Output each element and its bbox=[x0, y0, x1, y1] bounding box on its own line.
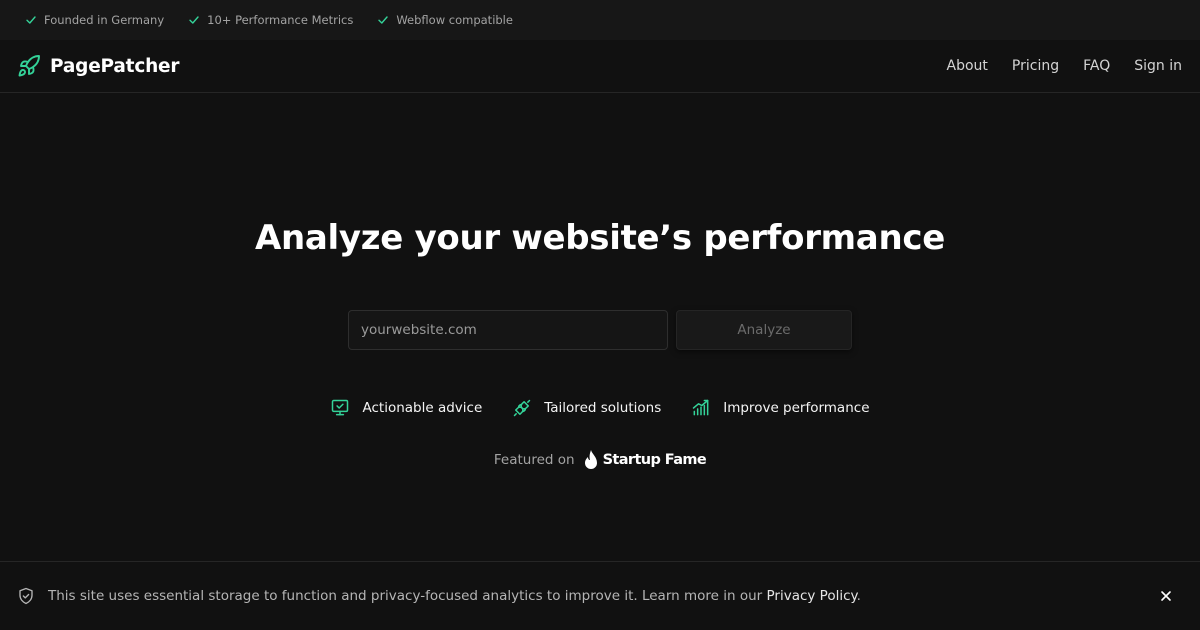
feature-improve-performance: Improve performance bbox=[691, 398, 870, 418]
feature-list: Actionable advice Tailored solutions Imp… bbox=[0, 396, 1200, 420]
website-url-input[interactable] bbox=[348, 310, 668, 350]
topbar-item-label: Webflow compatible bbox=[396, 13, 513, 27]
topbar-item-metrics: 10+ Performance Metrics bbox=[188, 13, 353, 27]
analyze-button[interactable]: Analyze bbox=[676, 310, 852, 350]
startup-fame-name: Startup Fame bbox=[602, 452, 707, 468]
shield-check-icon bbox=[17, 587, 35, 605]
flame-icon bbox=[583, 449, 599, 471]
featured-on: Featured on Startup Fame bbox=[0, 448, 1200, 472]
brand-logo-link[interactable]: PagePatcher bbox=[17, 54, 180, 78]
hero-title: Analyze your website’s performance bbox=[255, 218, 945, 258]
privacy-policy-link[interactable]: Privacy Policy bbox=[767, 588, 857, 604]
monitor-check-icon bbox=[330, 398, 350, 418]
announcement-bar: Founded in Germany 10+ Performance Metri… bbox=[0, 0, 1200, 40]
privacy-message: This site uses essential storage to func… bbox=[48, 588, 767, 604]
brand-name: PagePatcher bbox=[50, 55, 180, 77]
privacy-text: This site uses essential storage to func… bbox=[48, 588, 1158, 604]
close-banner-button[interactable] bbox=[1158, 588, 1174, 604]
check-icon bbox=[377, 14, 389, 26]
feature-label: Tailored solutions bbox=[544, 400, 662, 416]
site-header: PagePatcher About Pricing FAQ Sign in bbox=[0, 40, 1200, 93]
close-icon bbox=[1160, 590, 1172, 602]
feature-actionable-advice: Actionable advice bbox=[330, 398, 482, 418]
nav-pricing[interactable]: Pricing bbox=[1012, 58, 1059, 74]
nav-about[interactable]: About bbox=[947, 58, 988, 74]
feature-label: Improve performance bbox=[723, 400, 870, 416]
check-icon bbox=[25, 14, 37, 26]
nav-sign-in[interactable]: Sign in bbox=[1134, 58, 1182, 74]
feature-tailored-solutions: Tailored solutions bbox=[512, 398, 661, 418]
nav-faq[interactable]: FAQ bbox=[1083, 58, 1110, 74]
featured-label: Featured on bbox=[493, 452, 575, 468]
topbar-item-label: Founded in Germany bbox=[44, 13, 165, 27]
chart-trend-icon bbox=[691, 398, 711, 418]
privacy-suffix: . bbox=[856, 588, 861, 604]
privacy-banner: This site uses essential storage to func… bbox=[0, 561, 1200, 630]
topbar-item-germany: Founded in Germany bbox=[25, 13, 164, 27]
rocket-icon bbox=[17, 54, 41, 78]
topbar-item-label: 10+ Performance Metrics bbox=[207, 13, 354, 27]
startup-fame-badge[interactable]: Startup Fame bbox=[583, 449, 707, 471]
topbar-item-webflow: Webflow compatible bbox=[377, 13, 513, 27]
main-nav: About Pricing FAQ Sign in bbox=[947, 58, 1182, 74]
plug-icon bbox=[512, 398, 532, 418]
feature-label: Actionable advice bbox=[362, 400, 483, 416]
check-icon bbox=[188, 14, 200, 26]
